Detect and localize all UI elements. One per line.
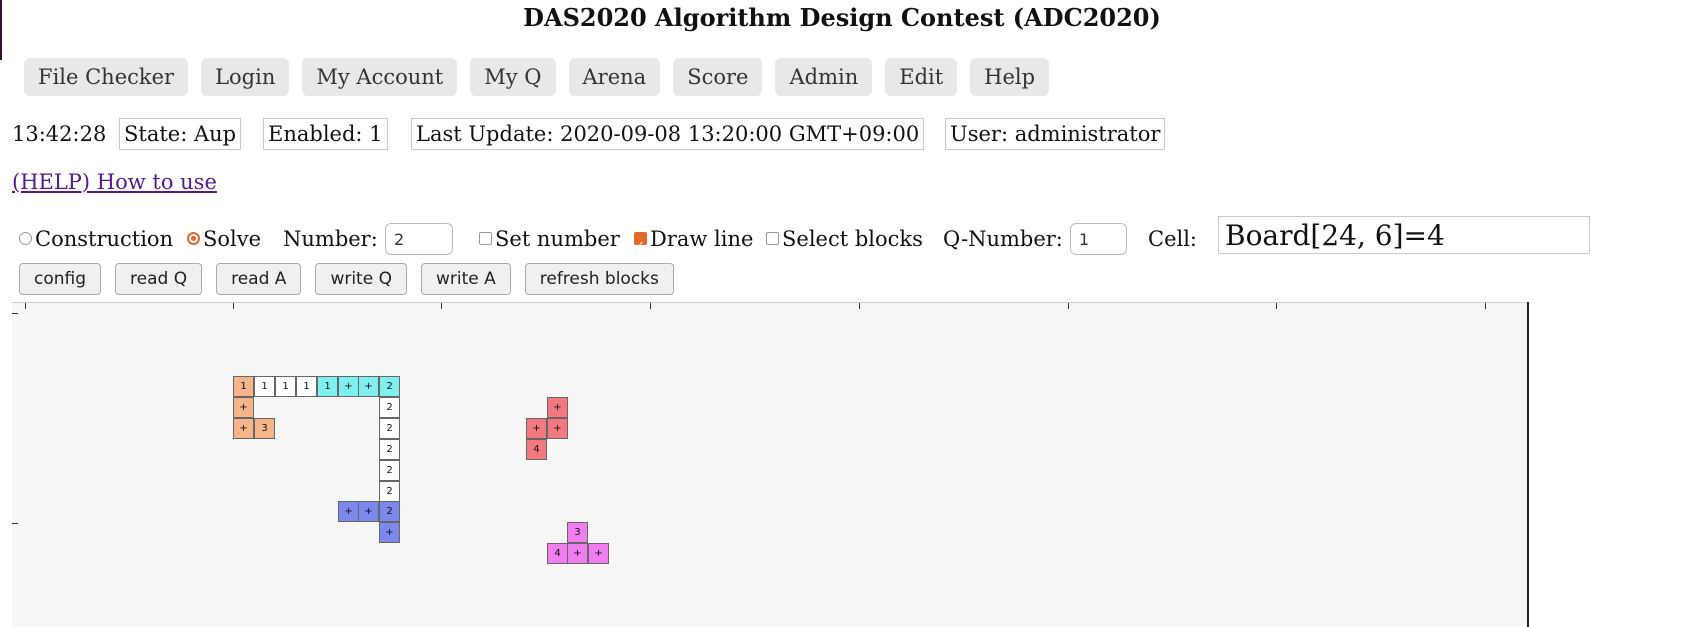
cell-field[interactable]: Board[24, 6]=4: [1218, 216, 1590, 254]
help-link[interactable]: (HELP) How to use: [12, 170, 217, 194]
qnumber-input[interactable]: 1: [1070, 223, 1127, 255]
set-number-label: Set number: [495, 227, 620, 251]
board-cell[interactable]: +: [338, 501, 359, 522]
board-cell[interactable]: 2: [379, 460, 400, 481]
main-nav: File Checker Login My Account My Q Arena…: [24, 58, 1050, 96]
ruler-tick: [1276, 303, 1277, 309]
ruler-tick: [1485, 303, 1486, 309]
board-cell[interactable]: 2: [379, 481, 400, 502]
construction-radio[interactable]: Construction: [19, 222, 173, 256]
solve-radio[interactable]: Solve: [187, 222, 261, 256]
nav-admin[interactable]: Admin: [775, 58, 873, 96]
board-cell[interactable]: +: [567, 543, 588, 564]
board-cell[interactable]: +: [233, 418, 254, 439]
ruler-tick: [650, 303, 651, 309]
board-cell[interactable]: 3: [254, 418, 275, 439]
board-cell[interactable]: 2: [379, 376, 400, 397]
board-cell[interactable]: 3: [567, 522, 588, 543]
board-cell[interactable]: +: [379, 522, 400, 543]
nav-edit[interactable]: Edit: [885, 58, 958, 96]
nav-arena[interactable]: Arena: [568, 58, 661, 96]
checkbox-off-icon: [479, 232, 492, 245]
state-badge: State: Aup: [119, 118, 242, 150]
board-area: 1 1 1 1 1 + +2 +2 +3 2 2 2 2 + +2 + + + +4 3 4 + +: [12, 302, 1684, 627]
read-a-button[interactable]: read A: [216, 263, 302, 295]
board-cell[interactable]: 1: [275, 376, 296, 397]
set-number-checkbox[interactable]: Set number: [479, 222, 620, 256]
ruler-tick: [12, 523, 18, 524]
nav-score[interactable]: Score: [673, 58, 763, 96]
board-cell[interactable]: 2: [379, 439, 400, 460]
board-right-border: [1527, 302, 1529, 627]
ruler-tick: [233, 303, 234, 309]
board-cell[interactable]: 1: [233, 376, 254, 397]
page-title: DAS2020 Algorithm Design Contest (ADC202…: [523, 3, 1161, 32]
select-blocks-label: Select blocks: [782, 227, 923, 251]
radio-off-icon: [19, 232, 32, 245]
ruler-tick: [1068, 303, 1069, 309]
user-badge: User: administrator: [945, 118, 1166, 150]
nav-my-q[interactable]: My Q: [470, 58, 556, 96]
draw-line-label: Draw line: [650, 227, 754, 251]
nav-help[interactable]: Help: [970, 58, 1050, 96]
cell-label: Cell:: [1148, 227, 1198, 251]
board-cell[interactable]: 2: [379, 418, 400, 439]
enabled-badge: Enabled: 1: [263, 118, 388, 150]
board-cell[interactable]: +: [547, 397, 568, 418]
board-cell[interactable]: +: [233, 397, 254, 418]
write-q-button[interactable]: write Q: [315, 263, 407, 295]
clock: 13:42:28: [12, 122, 107, 146]
nav-my-account[interactable]: My Account: [302, 58, 458, 96]
ruler-tick: [12, 313, 18, 314]
refresh-blocks-button[interactable]: refresh blocks: [524, 263, 674, 295]
board-cell[interactable]: 2: [379, 501, 400, 522]
select-blocks-checkbox[interactable]: Select blocks: [766, 222, 923, 256]
number-input[interactable]: 2: [385, 223, 453, 255]
construction-label: Construction: [35, 227, 174, 251]
board-cell[interactable]: 4: [547, 543, 568, 564]
board-cell[interactable]: 2: [379, 397, 400, 418]
number-label: Number:: [283, 227, 378, 251]
board-cell[interactable]: +: [338, 376, 359, 397]
board-canvas[interactable]: 1 1 1 1 1 + +2 +2 +3 2 2 2 2 + +2 + + + +4 3 4 + +: [12, 302, 1527, 627]
nav-file-checker[interactable]: File Checker: [24, 58, 189, 96]
last-update-badge: Last Update: 2020-09-08 13:20:00 GMT+09:…: [411, 118, 925, 150]
solve-label: Solve: [203, 227, 262, 251]
read-q-button[interactable]: read Q: [115, 263, 203, 295]
toolbar: config read Q read A write Q write A ref…: [19, 263, 674, 295]
nav-login[interactable]: Login: [201, 58, 290, 96]
board-cell[interactable]: +: [526, 418, 547, 439]
board-cell[interactable]: +: [547, 418, 568, 439]
qnumber-label: Q-Number:: [943, 227, 1063, 251]
board-cell[interactable]: +: [358, 376, 379, 397]
board-cell[interactable]: +: [358, 501, 379, 522]
checkbox-off-icon: [766, 232, 779, 245]
board-cell[interactable]: 1: [296, 376, 317, 397]
ruler-tick: [441, 303, 442, 309]
board-cell[interactable]: 1: [254, 376, 275, 397]
ruler-tick: [859, 303, 860, 309]
board-cell[interactable]: +: [588, 543, 609, 564]
draw-line-checkbox[interactable]: Draw line: [634, 222, 754, 263]
ruler-tick: [25, 303, 26, 309]
checkbox-on-icon: [634, 229, 647, 263]
write-a-button[interactable]: write A: [420, 263, 511, 295]
board-cell[interactable]: 1: [317, 376, 338, 397]
radio-on-icon: [187, 232, 200, 245]
config-button[interactable]: config: [19, 263, 102, 295]
board-cell[interactable]: 4: [526, 439, 547, 460]
